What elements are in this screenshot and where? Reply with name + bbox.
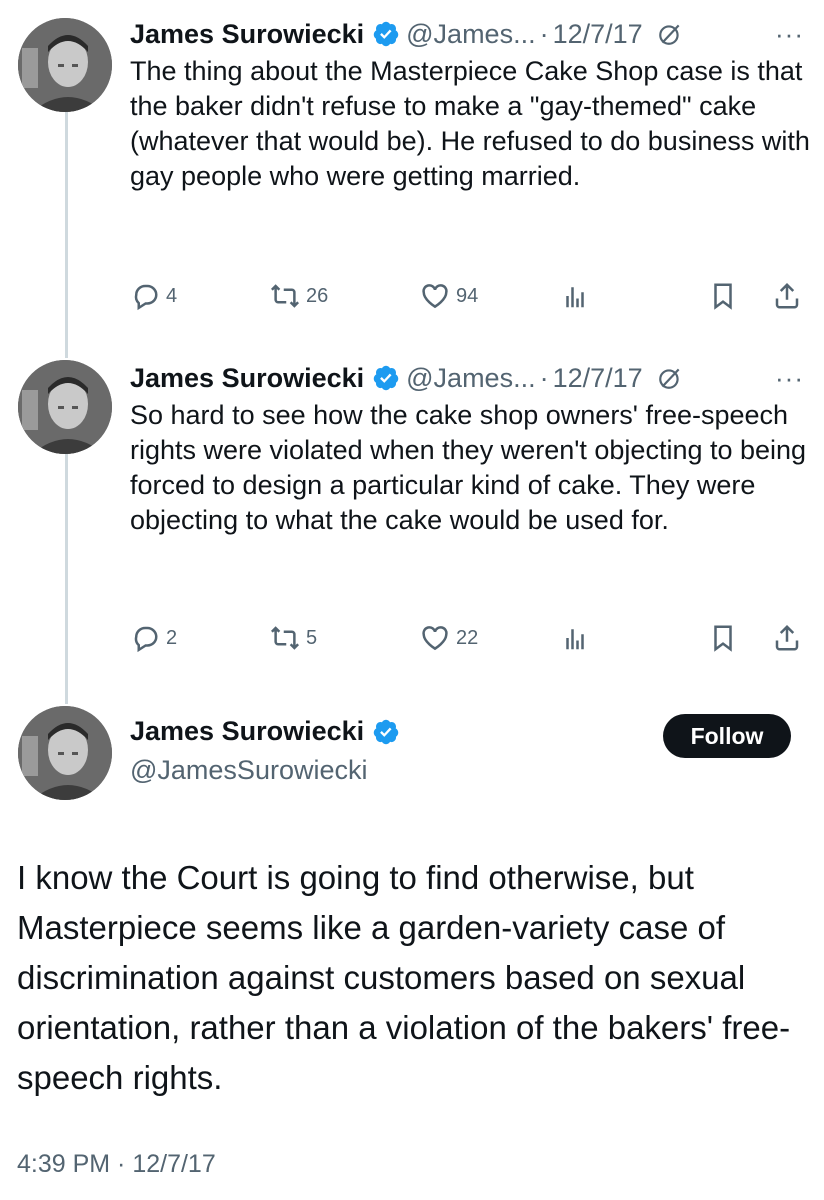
reply-count: 2 bbox=[166, 626, 178, 649]
views-icon bbox=[566, 287, 584, 308]
repost-icon bbox=[270, 626, 300, 650]
tweet-date[interactable]: 12/7/17 bbox=[553, 363, 643, 394]
views-button[interactable] bbox=[560, 623, 708, 653]
verified-badge-icon bbox=[373, 719, 399, 744]
like-button[interactable]: 94 bbox=[420, 281, 560, 311]
tweet-header: James Surowiecki @James... · 12/7/17 ··· bbox=[130, 358, 804, 398]
more-options-icon[interactable]: ··· bbox=[775, 363, 804, 394]
repost-count: 26 bbox=[306, 284, 329, 307]
author-handle[interactable]: @James... bbox=[406, 363, 535, 394]
author-name[interactable]: James Surowiecki bbox=[130, 19, 364, 50]
grok-icon[interactable] bbox=[657, 21, 683, 47]
like-icon bbox=[422, 626, 448, 651]
main-author: James Surowiecki @JamesSurowiecki bbox=[130, 716, 406, 786]
main-author-name-row: James Surowiecki bbox=[130, 716, 406, 747]
views-icon bbox=[566, 629, 584, 650]
reply-icon bbox=[134, 284, 158, 311]
tweet-text: The thing about the Masterpiece Cake Sho… bbox=[130, 56, 810, 191]
separator: · bbox=[539, 18, 549, 49]
repost-icon bbox=[270, 284, 300, 308]
avatar[interactable] bbox=[18, 706, 112, 800]
views-button[interactable] bbox=[560, 281, 708, 311]
share-icon bbox=[775, 624, 799, 651]
bookmark-button[interactable] bbox=[708, 623, 772, 653]
more-options-icon[interactable]: ··· bbox=[775, 19, 804, 50]
repost-button[interactable]: 5 bbox=[270, 623, 420, 653]
main-tweet-text: I know the Court is going to find otherw… bbox=[17, 859, 791, 1096]
bookmark-button[interactable] bbox=[708, 281, 772, 311]
avatar[interactable] bbox=[18, 360, 112, 454]
like-button[interactable]: 22 bbox=[420, 623, 560, 653]
tweet-header: James Surowiecki @James... · 12/7/17 ··· bbox=[130, 14, 804, 54]
thread-line bbox=[65, 454, 68, 704]
tweet-date[interactable]: 12/7/17 bbox=[553, 19, 643, 50]
reply-count: 4 bbox=[166, 284, 178, 307]
share-icon bbox=[775, 282, 799, 309]
bookmark-icon bbox=[714, 625, 732, 652]
like-count: 22 bbox=[456, 626, 479, 649]
author-handle[interactable]: @James... bbox=[406, 19, 535, 50]
bookmark-icon bbox=[714, 283, 732, 310]
reply-button[interactable]: 4 bbox=[130, 281, 270, 311]
grok-icon[interactable] bbox=[657, 365, 683, 391]
author-handle[interactable]: @JamesSurowiecki bbox=[130, 755, 406, 786]
thread-line bbox=[65, 112, 68, 358]
verified-badge-icon bbox=[373, 21, 399, 47]
tweet-actions: 4 26 94 bbox=[130, 276, 806, 316]
follow-button[interactable]: Follow bbox=[663, 714, 791, 758]
share-button[interactable] bbox=[772, 281, 802, 311]
repost-count: 5 bbox=[306, 626, 318, 649]
tweet-actions: 2 5 22 bbox=[130, 618, 806, 658]
reply-icon bbox=[134, 626, 158, 653]
verified-badge-icon bbox=[373, 365, 399, 391]
avatar[interactable] bbox=[18, 18, 112, 112]
like-icon bbox=[422, 284, 448, 309]
share-button[interactable] bbox=[772, 623, 802, 653]
reply-button[interactable]: 2 bbox=[130, 623, 270, 653]
tweet-text: So hard to see how the cake shop owners'… bbox=[130, 400, 807, 535]
tweet-timestamp[interactable]: 4:39 PM · 12/7/17 bbox=[17, 1150, 216, 1179]
like-count: 94 bbox=[456, 284, 479, 307]
author-name[interactable]: James Surowiecki bbox=[130, 363, 364, 394]
separator: · bbox=[539, 362, 549, 393]
author-name[interactable]: James Surowiecki bbox=[130, 716, 364, 747]
repost-button[interactable]: 26 bbox=[270, 281, 420, 311]
